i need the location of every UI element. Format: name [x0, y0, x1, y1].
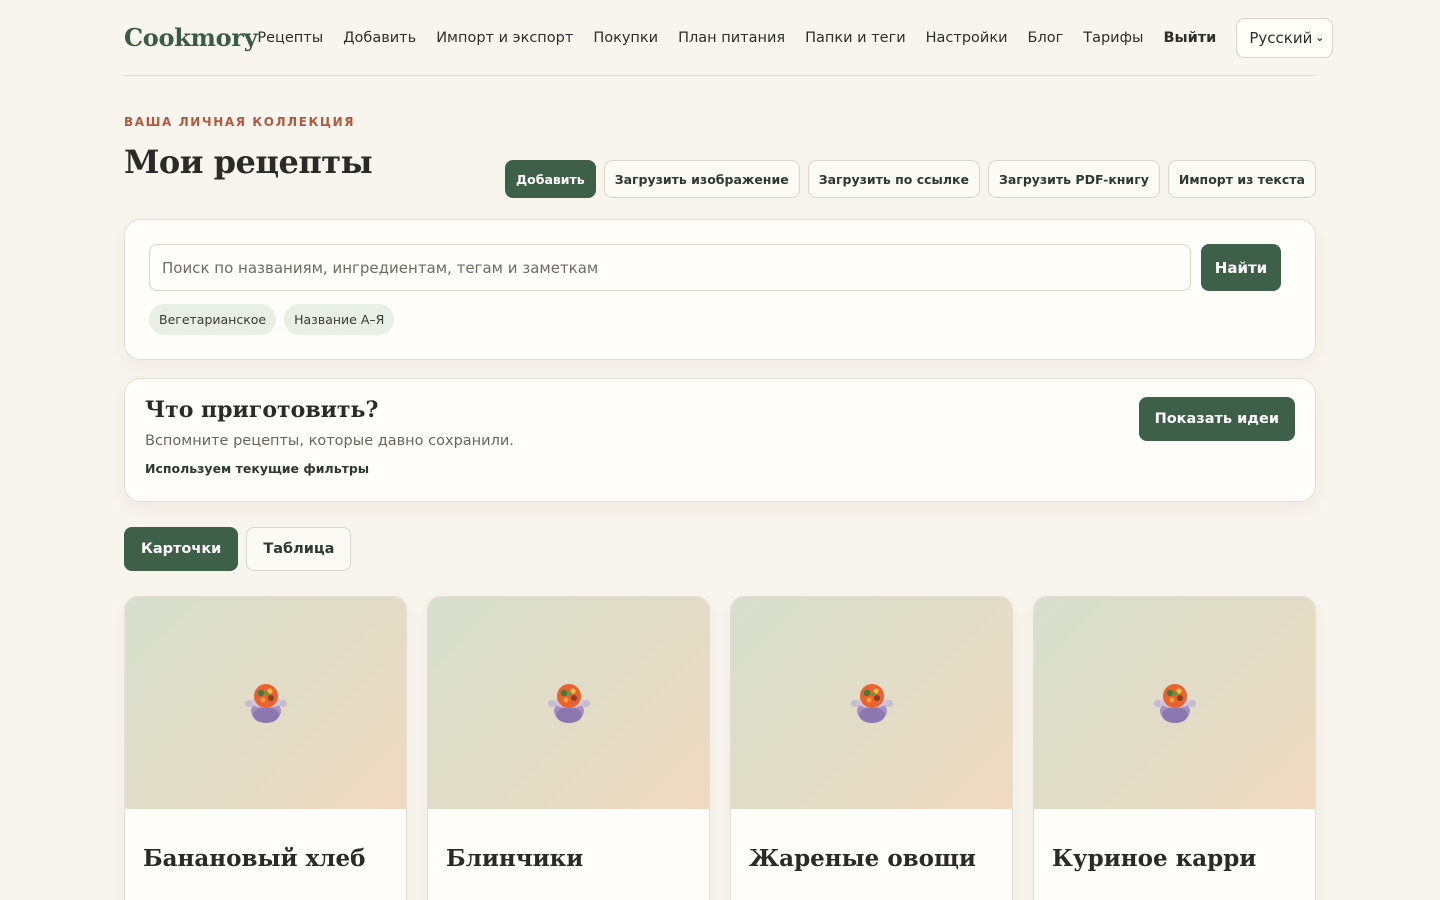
nav-item-pricing[interactable]: Тарифы	[1083, 30, 1143, 46]
search-panel: Поиск по названиям, ингредиентам, тегам …	[124, 219, 1316, 360]
top-header: Cookmory Рецепты Добавить Импорт и экспо…	[124, 0, 1334, 76]
filter-chips: Вегетарианское Название А–Я	[149, 304, 1281, 335]
chevron-down-icon: ⌄	[1315, 31, 1325, 44]
recipe-title[interactable]: Куриное карри	[1034, 809, 1315, 872]
import-text-button[interactable]: Импорт из текста	[1167, 160, 1316, 198]
action-bar: Добавить Загрузить изображение Загрузить…	[505, 160, 1316, 198]
eyebrow-label: ВАША ЛИЧНАЯ КОЛЛЕКЦИЯ	[124, 115, 356, 129]
search-input[interactable]: Поиск по названиям, ингредиентам, тегам …	[149, 244, 1191, 291]
logo[interactable]: Cookmory	[124, 23, 258, 52]
recipe-image-placeholder	[125, 597, 406, 809]
logout-link[interactable]: Выйти	[1163, 30, 1216, 46]
recipe-image-placeholder	[1034, 597, 1315, 809]
nav-item-shopping[interactable]: Покупки	[593, 30, 658, 46]
idea-title: Что приготовить?	[145, 397, 379, 423]
stew-pot-icon	[1153, 684, 1196, 723]
main-nav: Рецепты Добавить Импорт и экспорт Покупк…	[257, 17, 1334, 58]
nav-item-meal-plan[interactable]: План питания	[678, 30, 785, 46]
stew-pot-icon	[244, 684, 287, 723]
nav-item-recipes[interactable]: Рецепты	[257, 30, 323, 46]
recipe-card[interactable]: Куриное карри	[1033, 596, 1316, 900]
sort-chip-name[interactable]: Название А–Я	[284, 304, 395, 335]
view-toggle: Карточки Таблица	[124, 527, 1316, 571]
nav-item-add[interactable]: Добавить	[343, 30, 416, 46]
upload-pdf-button[interactable]: Загрузить PDF-книгу	[987, 160, 1160, 198]
nav-item-folders-tags[interactable]: Папки и теги	[805, 30, 906, 46]
idea-filter-note: Используем текущие фильтры	[145, 461, 370, 476]
language-select[interactable]: Русский ⌄	[1236, 17, 1334, 58]
recipe-title[interactable]: Банановый хлеб	[125, 809, 406, 872]
filter-chip-vegetarian[interactable]: Вегетарианское	[149, 304, 277, 335]
page-title: Мои рецепты	[124, 143, 373, 181]
recipe-card[interactable]: Жареные овощи	[730, 596, 1013, 900]
view-cards-button[interactable]: Карточки	[124, 527, 239, 571]
upload-link-button[interactable]: Загрузить по ссылке	[807, 160, 980, 198]
recipe-title[interactable]: Блинчики	[428, 809, 709, 872]
language-value: Русский	[1249, 28, 1313, 47]
nav-item-import-export[interactable]: Импорт и экспорт	[436, 30, 573, 46]
recipe-image-placeholder	[428, 597, 709, 809]
recipe-title[interactable]: Жареные овощи	[731, 809, 1012, 872]
stew-pot-icon	[547, 684, 590, 723]
idea-panel: Что приготовить? Вспомните рецепты, кото…	[124, 378, 1316, 502]
search-button[interactable]: Найти	[1201, 244, 1281, 291]
add-recipe-button[interactable]: Добавить	[505, 160, 596, 198]
recipe-card[interactable]: Блинчики	[427, 596, 710, 900]
show-ideas-button[interactable]: Показать идеи	[1138, 397, 1295, 441]
recipe-image-placeholder	[731, 597, 1012, 809]
nav-item-settings[interactable]: Настройки	[926, 30, 1008, 46]
hero-row: Мои рецепты Добавить Загрузить изображен…	[124, 143, 1316, 203]
recipe-card[interactable]: Банановый хлеб	[124, 596, 407, 900]
recipe-grid: Банановый хлеб Блинчики Жареные овощи Ку…	[124, 596, 1316, 900]
upload-image-button[interactable]: Загрузить изображение	[603, 160, 800, 198]
nav-item-blog[interactable]: Блог	[1028, 30, 1064, 46]
stew-pot-icon	[850, 684, 893, 723]
view-table-button[interactable]: Таблица	[246, 527, 352, 571]
idea-subtitle: Вспомните рецепты, которые давно сохрани…	[145, 433, 514, 449]
